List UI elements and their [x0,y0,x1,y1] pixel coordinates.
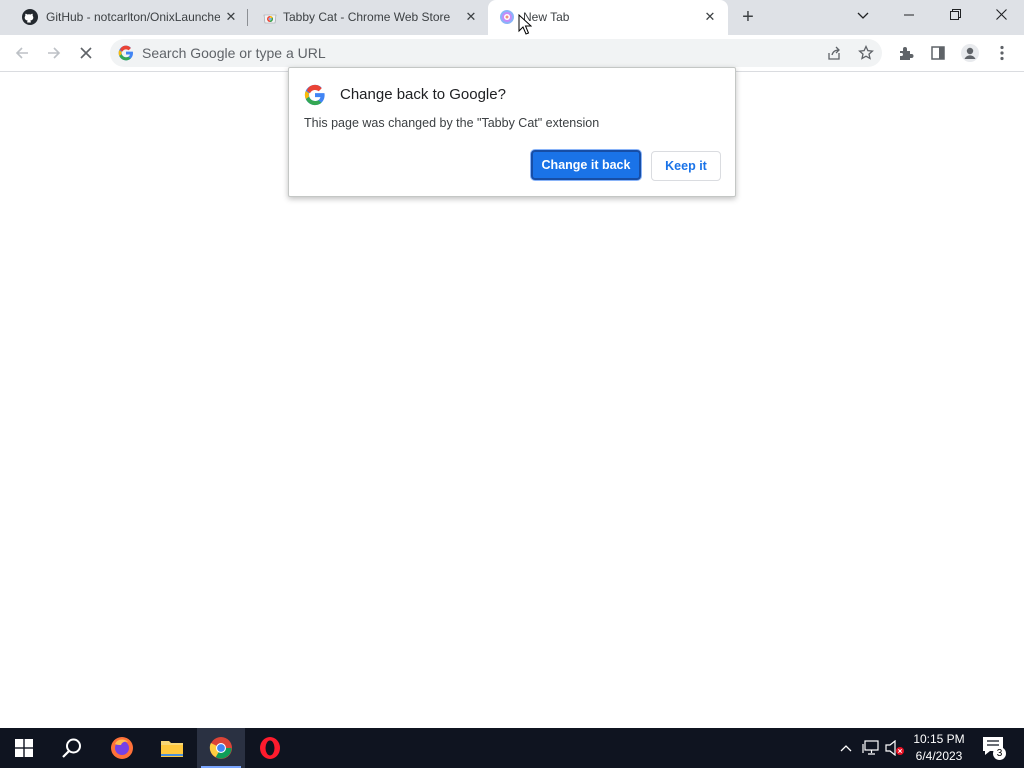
close-icon[interactable]: ✕ [702,9,718,25]
minimize-icon [904,14,914,16]
network-icon [862,740,879,755]
extensions-button[interactable] [894,41,918,65]
mouse-cursor-icon [518,14,532,35]
system-clock[interactable]: 10:15 PM 6/4/2023 [908,731,970,765]
back-button[interactable] [10,41,34,65]
notification-count-badge: 3 [993,747,1006,760]
taskbar: 10:15 PM 6/4/2023 3 [0,728,1024,768]
bookmark-button[interactable] [854,41,878,65]
firefox-icon [111,737,133,759]
close-window-button[interactable] [978,0,1024,30]
side-panel-icon [931,46,945,60]
tabbycat-icon [500,10,514,24]
volume-button[interactable] [884,728,906,768]
tab-title: GitHub - notcarlton/OnixLauncher [46,10,220,24]
minimize-button[interactable] [886,0,932,30]
close-icon [995,9,1007,20]
close-icon[interactable]: ✕ [223,9,239,25]
forward-button[interactable] [42,41,66,65]
google-icon [304,84,325,106]
chevron-down-icon [857,12,869,19]
tab-webstore[interactable]: Tabby Cat - Chrome Web Store ✕ [248,0,486,35]
stop-icon [80,47,92,59]
show-hidden-icons-button[interactable] [836,728,856,768]
network-button[interactable] [860,728,882,768]
chevron-up-icon [840,745,852,752]
change-it-back-button[interactable]: Change it back [531,150,641,180]
google-icon [118,45,133,61]
arrow-right-icon [48,47,61,59]
volume-muted-icon [885,740,904,756]
kebab-menu-icon [1000,45,1004,61]
taskbar-search-button[interactable] [48,728,96,768]
extension-change-dialog: Change back to Google? This page was cha… [288,67,736,197]
taskbar-chrome[interactable] [197,728,245,768]
tab-title: Tabby Cat - Chrome Web Store [283,10,451,24]
arrow-left-icon [15,47,28,59]
taskbar-firefox[interactable] [98,728,146,768]
clock-time: 10:15 PM [913,732,965,746]
side-panel-button[interactable] [926,41,950,65]
windows-icon [15,739,33,757]
close-icon[interactable]: ✕ [463,9,479,25]
new-tab-button[interactable]: + [738,7,758,27]
tab-title: New Tab [523,10,570,24]
search-icon [62,738,81,758]
restore-icon [949,9,961,20]
avatar-icon [961,44,979,62]
folder-icon [161,741,183,757]
profile-button[interactable] [958,41,982,65]
start-button[interactable] [0,728,48,768]
webstore-icon [263,14,277,24]
search-input[interactable] [142,43,802,63]
github-icon [22,9,38,25]
dialog-title: Change back to Google? [340,86,506,103]
address-bar[interactable] [110,39,882,67]
keep-it-button[interactable]: Keep it [651,151,721,181]
taskbar-opera[interactable] [246,728,294,768]
chrome-icon [209,737,232,759]
tab-search-button[interactable] [840,0,886,30]
action-center-button[interactable]: 3 [982,734,1010,762]
clock-date: 6/4/2023 [915,749,963,763]
share-button[interactable] [822,41,846,65]
tab-strip: GitHub - notcarlton/OnixLauncher ✕ Tabby… [0,0,1024,35]
puzzle-icon [900,47,914,60]
tab-github[interactable]: GitHub - notcarlton/OnixLauncher ✕ [8,0,246,35]
dialog-message: This page was changed by the "Tabby Cat"… [304,116,600,130]
share-icon [828,46,840,60]
stop-loading-button[interactable] [74,41,98,65]
restore-button[interactable] [932,0,978,30]
star-icon [858,44,874,60]
opera-icon [260,737,280,759]
menu-button[interactable] [990,41,1014,65]
taskbar-file-explorer[interactable] [148,728,196,768]
